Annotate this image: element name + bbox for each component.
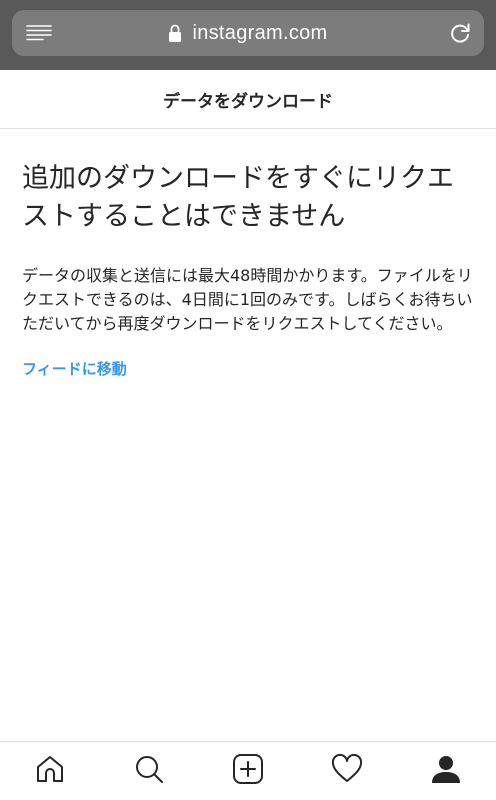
profile-icon xyxy=(430,753,462,789)
nav-profile-button[interactable] xyxy=(418,743,474,799)
error-heading: 追加のダウンロードをすぐにリクエストすることはできません xyxy=(22,163,454,232)
page-title: データをダウンロード xyxy=(163,91,333,112)
go-to-feed-link[interactable]: フィードに移動 xyxy=(22,358,127,379)
nav-activity-button[interactable] xyxy=(319,743,375,799)
main-content: 追加のダウンロードをすぐにリクエストすることはできません データの収集と送信には… xyxy=(22,160,476,379)
heart-icon xyxy=(331,753,363,789)
page-header: データをダウンロード xyxy=(0,70,496,129)
nav-new-post-button[interactable] xyxy=(220,743,276,799)
address-bar[interactable]: instagram.com xyxy=(12,10,484,56)
url-text: instagram.com xyxy=(192,21,328,44)
new-post-icon xyxy=(232,753,264,789)
home-icon xyxy=(34,753,66,789)
nav-search-button[interactable] xyxy=(121,743,177,799)
lock-icon xyxy=(168,23,182,43)
browser-toolbar: instagram.com xyxy=(0,0,496,70)
error-description: データの収集と送信には最大48時間かかります。ファイルをリクエストできるのは、4… xyxy=(22,266,473,333)
nav-home-button[interactable] xyxy=(22,743,78,799)
search-icon xyxy=(133,753,165,789)
bottom-nav xyxy=(0,741,496,800)
reader-mode-icon[interactable] xyxy=(26,24,52,42)
reload-icon[interactable] xyxy=(448,21,472,45)
